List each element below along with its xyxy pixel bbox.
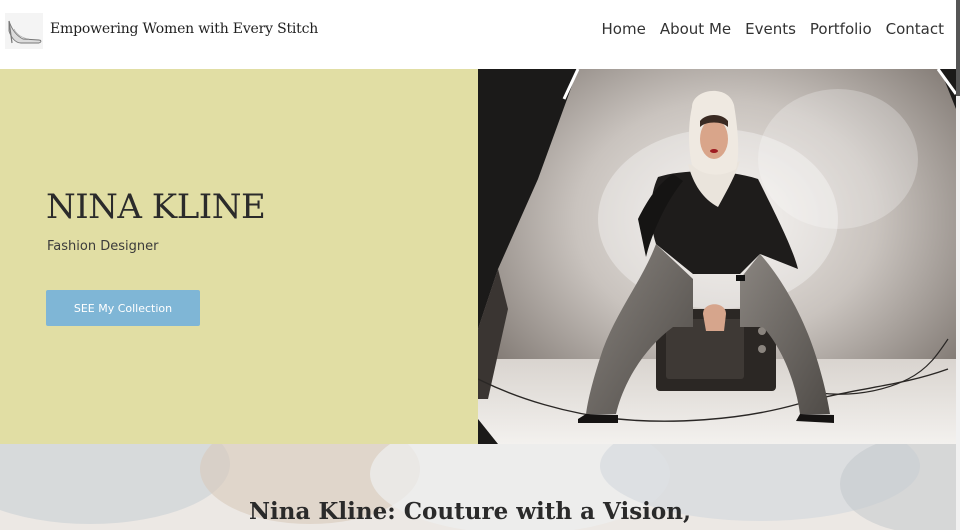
hero-photo bbox=[478, 69, 956, 444]
see-collection-button[interactable]: SEE My Collection bbox=[46, 290, 200, 326]
hero-title: NINA KLINE bbox=[46, 187, 266, 227]
main-nav: Home About Me Events Portfolio Contact bbox=[602, 20, 944, 38]
nav-events[interactable]: Events bbox=[745, 20, 796, 38]
site-brand[interactable]: Empowering Women with Every Stitch bbox=[50, 21, 318, 37]
nav-portfolio[interactable]: Portfolio bbox=[810, 20, 872, 38]
page-scrollbar[interactable] bbox=[956, 0, 960, 530]
story-section: Nina Kline: Couture with a Vision, bbox=[0, 444, 956, 530]
site-header: Empowering Women with Every Stitch Home … bbox=[0, 0, 960, 69]
nav-contact[interactable]: Contact bbox=[886, 20, 944, 38]
fashion-portrait-image bbox=[478, 69, 956, 444]
scrollbar-thumb[interactable] bbox=[956, 0, 960, 96]
hero-panel: NINA KLINE Fashion Designer SEE My Colle… bbox=[0, 69, 478, 444]
nav-home[interactable]: Home bbox=[602, 20, 646, 38]
section-title: Nina Kline: Couture with a Vision, bbox=[249, 498, 691, 525]
nav-about-me[interactable]: About Me bbox=[660, 20, 731, 38]
hero-subtitle: Fashion Designer bbox=[47, 239, 159, 254]
stiletto-shoe-icon[interactable] bbox=[5, 13, 43, 49]
